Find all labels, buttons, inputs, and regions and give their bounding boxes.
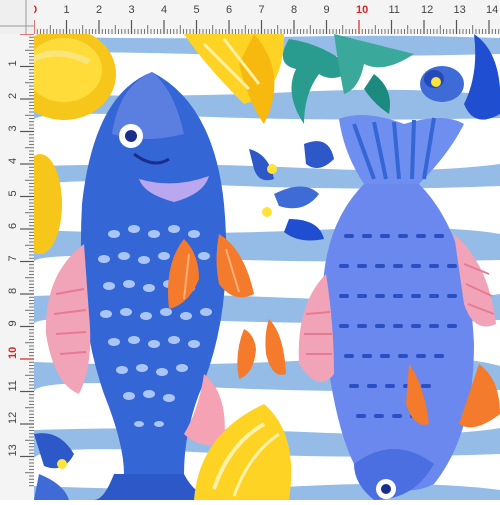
ruler-left-label: 5 bbox=[7, 190, 19, 196]
ruler-top-label: 5 bbox=[194, 4, 200, 16]
ruler-top-label: 1 bbox=[64, 4, 70, 16]
ruler-left-label: 4 bbox=[7, 158, 19, 164]
ruler-top-label: 11 bbox=[389, 4, 400, 16]
ruler-top-label: 14 bbox=[486, 4, 498, 16]
ruler-left-label: 7 bbox=[7, 255, 19, 261]
fabric-pattern bbox=[34, 34, 500, 500]
ruler-top-label: 13 bbox=[454, 4, 466, 16]
ruler-top-label: 3 bbox=[129, 4, 135, 16]
ruler-left: 012345678910111213 bbox=[0, 0, 34, 500]
ruler-left-label: 10 bbox=[7, 347, 19, 359]
ruler-left-label: 13 bbox=[7, 444, 19, 456]
ruler-left-label: 9 bbox=[7, 320, 19, 326]
ruler-top-label: 8 bbox=[291, 4, 297, 16]
ruler-left-label: 3 bbox=[7, 125, 19, 131]
ruler-left-scale: 012345678910111213 bbox=[7, 28, 34, 487]
ruler-top-label: 7 bbox=[259, 4, 265, 16]
ruler-top-label: 9 bbox=[324, 4, 330, 16]
ruler-left-label: 2 bbox=[7, 93, 19, 99]
ruler-left-label: 11 bbox=[7, 380, 19, 391]
ruler-top: 0 1 2 3 4 5 6 7 8 9 10 11 12 13 14 bbox=[0, 0, 500, 34]
ruler-corner bbox=[0, 0, 34, 34]
ruler-top-scale: 0 1 2 3 4 5 6 7 8 9 10 11 12 13 14 bbox=[31, 4, 500, 34]
ruler-top-label: 4 bbox=[161, 4, 167, 16]
ruler-top-label: 6 bbox=[226, 4, 232, 16]
ruler-top-label: 2 bbox=[96, 4, 102, 16]
ruler-top-label: 12 bbox=[421, 4, 433, 16]
ruler-top-label: 10 bbox=[356, 4, 368, 16]
ruler-left-label: 6 bbox=[7, 223, 19, 229]
corner-cross-icon bbox=[0, 0, 34, 34]
fabric-print bbox=[34, 34, 500, 500]
ruler-left-label: 8 bbox=[7, 288, 19, 294]
ruler-left-label: 1 bbox=[7, 60, 19, 66]
ruler-left-label: 12 bbox=[7, 412, 19, 424]
